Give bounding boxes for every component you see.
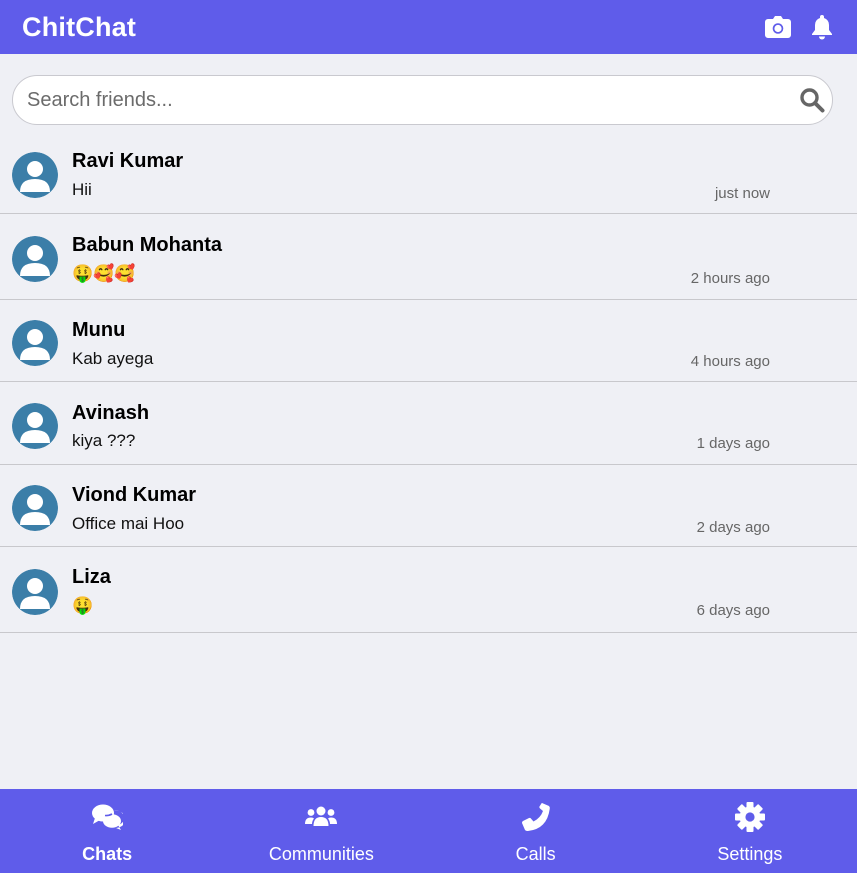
chat-name: Munu: [72, 319, 126, 341]
nav-label: Chats: [82, 844, 133, 864]
chat-message: Kab ayega: [72, 349, 154, 368]
search-bar: [12, 75, 833, 125]
gear-icon: [734, 801, 766, 833]
avatar: [12, 403, 58, 449]
avatar: [12, 320, 58, 366]
app-root: ChitChat Search friends... Ravi Kumar Hi…: [0, 0, 857, 873]
chat-name: Viond Kumar: [72, 484, 197, 506]
chat-message: Office mai Hoo: [72, 514, 185, 533]
chat-name: Ravi Kumar: [72, 150, 184, 172]
search-icon[interactable]: [799, 87, 825, 113]
nav-calls[interactable]: Calls: [429, 789, 643, 873]
avatar: [12, 485, 58, 531]
nav-chats[interactable]: Chats: [0, 789, 214, 873]
chat-bubbles-icon: [91, 801, 124, 833]
app-header: ChitChat: [0, 0, 857, 54]
chat-time: 6 days ago: [696, 602, 770, 619]
chat-item-avinash[interactable]: Avinash kiya ??? 1 days ago: [0, 382, 857, 465]
chat-message: Hii: [72, 180, 92, 199]
chat-time: 4 hours ago: [690, 353, 770, 370]
chat-item-viond-kumar[interactable]: Viond Kumar Office mai Hoo 2 days ago: [0, 465, 857, 547]
avatar: [12, 569, 58, 615]
chat-name: Babun Mohanta: [72, 234, 222, 256]
app-title: ChitChat: [22, 11, 137, 42]
search-input[interactable]: [12, 75, 833, 125]
chat-item-liza[interactable]: Liza 🤑 6 days ago: [0, 547, 857, 633]
camera-icon[interactable]: [765, 14, 791, 40]
chat-name: Avinash: [72, 402, 150, 424]
chat-time: just now: [714, 185, 770, 202]
chat-list: Ravi Kumar Hii just now Babun Mohanta 🤑🥰…: [0, 130, 857, 633]
chat-message: 🤑🥰🥰: [72, 264, 136, 283]
avatar: [12, 236, 58, 282]
header-actions: [765, 14, 835, 40]
avatar: [12, 152, 58, 198]
chat-time: 1 days ago: [696, 435, 770, 452]
nav-communities[interactable]: Communities: [214, 789, 428, 873]
nav-label: Calls: [515, 844, 556, 864]
chat-time: 2 days ago: [696, 519, 770, 536]
nav-settings[interactable]: Settings: [643, 789, 857, 873]
chat-item-babun-mohanta[interactable]: Babun Mohanta 🤑🥰🥰 2 hours ago: [0, 214, 857, 300]
chat-item-ravi-kumar[interactable]: Ravi Kumar Hii just now: [0, 130, 857, 214]
bell-icon[interactable]: [809, 14, 835, 40]
chat-time: 2 hours ago: [690, 270, 770, 287]
users-icon: [305, 801, 338, 833]
chat-message: kiya ???: [72, 431, 136, 450]
chat-message: 🤑: [72, 596, 94, 615]
bottom-nav: Chats Communities Calls Settings: [0, 789, 857, 873]
chat-name: Liza: [72, 566, 111, 588]
nav-label: Communities: [268, 844, 374, 864]
nav-label: Settings: [717, 844, 783, 864]
phone-icon: [520, 801, 552, 833]
chat-item-munu[interactable]: Munu Kab ayega 4 hours ago: [0, 300, 857, 382]
